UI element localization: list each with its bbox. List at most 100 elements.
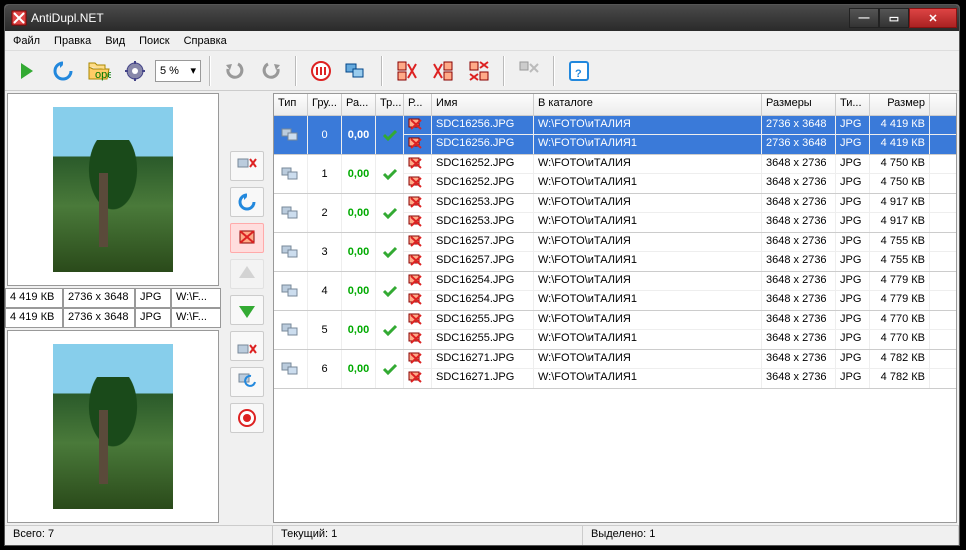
delete-icon — [404, 272, 432, 290]
delete-icon — [404, 135, 432, 154]
table-row[interactable]: SDC16254.JPGW:\FOTO\иТАЛИЯ13648 x 2736JP… — [404, 291, 956, 310]
col-name[interactable]: Имя — [432, 94, 534, 115]
delete-both-button[interactable] — [463, 55, 495, 87]
col-size[interactable]: Размер — [870, 94, 930, 115]
table-row[interactable]: SDC16271.JPGW:\FOTO\иТАЛИЯ3648 x 2736JPG… — [404, 350, 956, 369]
cell-dim: 3648 x 2736 — [762, 155, 836, 173]
table-row[interactable]: SDC16257.JPGW:\FOTO\иТАЛИЯ3648 x 2736JPG… — [404, 233, 956, 252]
move-up-button[interactable] — [230, 259, 264, 289]
cell-ext: JPG — [836, 252, 870, 271]
cell-dim: 3648 x 2736 — [762, 213, 836, 232]
menu-file[interactable]: Файл — [13, 35, 40, 47]
table-group[interactable]: 40,00SDC16254.JPGW:\FOTO\иТАЛИЯ3648 x 27… — [274, 272, 956, 311]
delete-right-button[interactable] — [427, 55, 459, 87]
cell-size: 4 770 КВ — [870, 311, 930, 329]
delete-bottom-button[interactable] — [230, 331, 264, 361]
play-button[interactable] — [11, 55, 43, 87]
percent-selector[interactable]: 5 %▾ — [155, 60, 201, 82]
images-button[interactable] — [341, 55, 373, 87]
cell-path: W:\FOTO\иТАЛИЯ — [534, 155, 762, 173]
col-type[interactable]: Тип — [274, 94, 308, 115]
cell-path: W:\FOTO\иТАЛИЯ1 — [534, 174, 762, 193]
table-group[interactable]: 00,00SDC16256.JPGW:\FOTO\иТАЛИЯ2736 x 36… — [274, 116, 956, 155]
table-row[interactable]: SDC16252.JPGW:\FOTO\иТАЛИЯ13648 x 2736JP… — [404, 174, 956, 193]
cell-size: 4 779 КВ — [870, 291, 930, 310]
open-folder-button[interactable]: open — [83, 55, 115, 87]
redo-button[interactable] — [255, 55, 287, 87]
cell-size: 4 779 КВ — [870, 272, 930, 290]
menu-help[interactable]: Справка — [184, 35, 227, 47]
col-tr[interactable]: Тр... — [376, 94, 404, 115]
move-down-button[interactable] — [230, 295, 264, 325]
col-ext[interactable]: Ти... — [836, 94, 870, 115]
table-row[interactable]: SDC16254.JPGW:\FOTO\иТАЛИЯ3648 x 2736JPG… — [404, 272, 956, 291]
cell-ext: JPG — [836, 330, 870, 349]
table-row[interactable]: SDC16256.JPGW:\FOTO\иТАЛИЯ12736 x 3648JP… — [404, 135, 956, 154]
preview-pane: 4 419 КВ 2736 x 3648 JPG W:\F... 4 419 К… — [5, 91, 221, 525]
cell-size: 4 750 КВ — [870, 155, 930, 173]
info-size: 4 419 КВ — [5, 288, 63, 308]
col-r[interactable]: Р... — [404, 94, 432, 115]
cell-path: W:\FOTO\иТАЛИЯ1 — [534, 213, 762, 232]
table-group[interactable]: 50,00SDC16255.JPGW:\FOTO\иТАЛИЯ3648 x 27… — [274, 311, 956, 350]
refresh-button[interactable] — [47, 55, 79, 87]
preview-bottom[interactable] — [7, 330, 219, 523]
table-row[interactable]: SDC16253.JPGW:\FOTO\иТАЛИЯ3648 x 2736JPG… — [404, 194, 956, 213]
group-diff: 0,00 — [342, 233, 376, 271]
menu-view[interactable]: Вид — [105, 35, 125, 47]
close-button[interactable]: ✕ — [909, 8, 957, 28]
cell-ext: JPG — [836, 272, 870, 290]
preview-image-top — [53, 107, 173, 272]
rotate-alt-button[interactable] — [230, 367, 264, 397]
help-button[interactable]: ? — [563, 55, 595, 87]
rotate-button[interactable] — [230, 187, 264, 217]
chevron-down-icon: ▾ — [190, 64, 196, 77]
menu-search[interactable]: Поиск — [139, 35, 169, 47]
table-row[interactable]: SDC16252.JPGW:\FOTO\иТАЛИЯ3648 x 2736JPG… — [404, 155, 956, 174]
table-group[interactable]: 20,00SDC16253.JPGW:\FOTO\иТАЛИЯ3648 x 27… — [274, 194, 956, 233]
col-group[interactable]: Гру... — [308, 94, 342, 115]
cell-dim: 3648 x 2736 — [762, 291, 836, 310]
table-row[interactable]: SDC16255.JPGW:\FOTO\иТАЛИЯ3648 x 2736JPG… — [404, 311, 956, 330]
cell-path: W:\FOTO\иТАЛИЯ — [534, 194, 762, 212]
menu-edit[interactable]: Правка — [54, 35, 91, 47]
table-row[interactable]: SDC16253.JPGW:\FOTO\иТАЛИЯ13648 x 2736JP… — [404, 213, 956, 232]
maximize-button[interactable]: ▭ — [879, 8, 909, 28]
cell-name: SDC16256.JPG — [432, 135, 534, 154]
undo-button[interactable] — [219, 55, 251, 87]
table-body[interactable]: 00,00SDC16256.JPGW:\FOTO\иТАЛИЯ2736 x 36… — [274, 116, 956, 522]
cell-ext: JPG — [836, 311, 870, 329]
cell-name: SDC16271.JPG — [432, 369, 534, 388]
delete-icon — [404, 233, 432, 251]
delete-selected-button[interactable] — [230, 223, 264, 253]
delete-top-button[interactable] — [230, 151, 264, 181]
info-size: 4 419 КВ — [5, 308, 63, 328]
table-group[interactable]: 30,00SDC16257.JPGW:\FOTO\иТАЛИЯ3648 x 27… — [274, 233, 956, 272]
info-path: W:\F... — [171, 288, 221, 308]
col-path[interactable]: В каталоге — [534, 94, 762, 115]
col-diff[interactable]: Ра... — [342, 94, 376, 115]
delete-left-button[interactable] — [391, 55, 423, 87]
type-icon — [274, 194, 308, 232]
cell-path: W:\FOTO\иТАЛИЯ — [534, 116, 762, 134]
stop-button[interactable] — [305, 55, 337, 87]
table-row[interactable]: SDC16257.JPGW:\FOTO\иТАЛИЯ13648 x 2736JP… — [404, 252, 956, 271]
table-group[interactable]: 10,00SDC16252.JPGW:\FOTO\иТАЛИЯ3648 x 27… — [274, 155, 956, 194]
cell-path: W:\FOTO\иТАЛИЯ1 — [534, 369, 762, 388]
settings-button[interactable] — [119, 55, 151, 87]
table-row[interactable]: SDC16271.JPGW:\FOTO\иТАЛИЯ13648 x 2736JP… — [404, 369, 956, 388]
table-header: Тип Гру... Ра... Тр... Р... Имя В катало… — [274, 94, 956, 116]
table-row[interactable]: SDC16255.JPGW:\FOTO\иТАЛИЯ13648 x 2736JP… — [404, 330, 956, 349]
cell-name: SDC16252.JPG — [432, 174, 534, 193]
preview-top[interactable] — [7, 93, 219, 286]
titlebar[interactable]: AntiDupl.NET — ▭ ✕ — [5, 5, 959, 31]
table-row[interactable]: SDC16256.JPGW:\FOTO\иТАЛИЯ2736 x 3648JPG… — [404, 116, 956, 135]
cell-dim: 3648 x 2736 — [762, 311, 836, 329]
info-top: 4 419 КВ 2736 x 3648 JPG W:\F... — [5, 288, 221, 308]
table-group[interactable]: 60,00SDC16271.JPGW:\FOTO\иТАЛИЯ3648 x 27… — [274, 350, 956, 389]
stop-action-button[interactable] — [230, 403, 264, 433]
group-index: 2 — [308, 194, 342, 232]
col-dim[interactable]: Размеры — [762, 94, 836, 115]
status-current: Текущий: 1 — [273, 526, 583, 545]
minimize-button[interactable]: — — [849, 8, 879, 28]
